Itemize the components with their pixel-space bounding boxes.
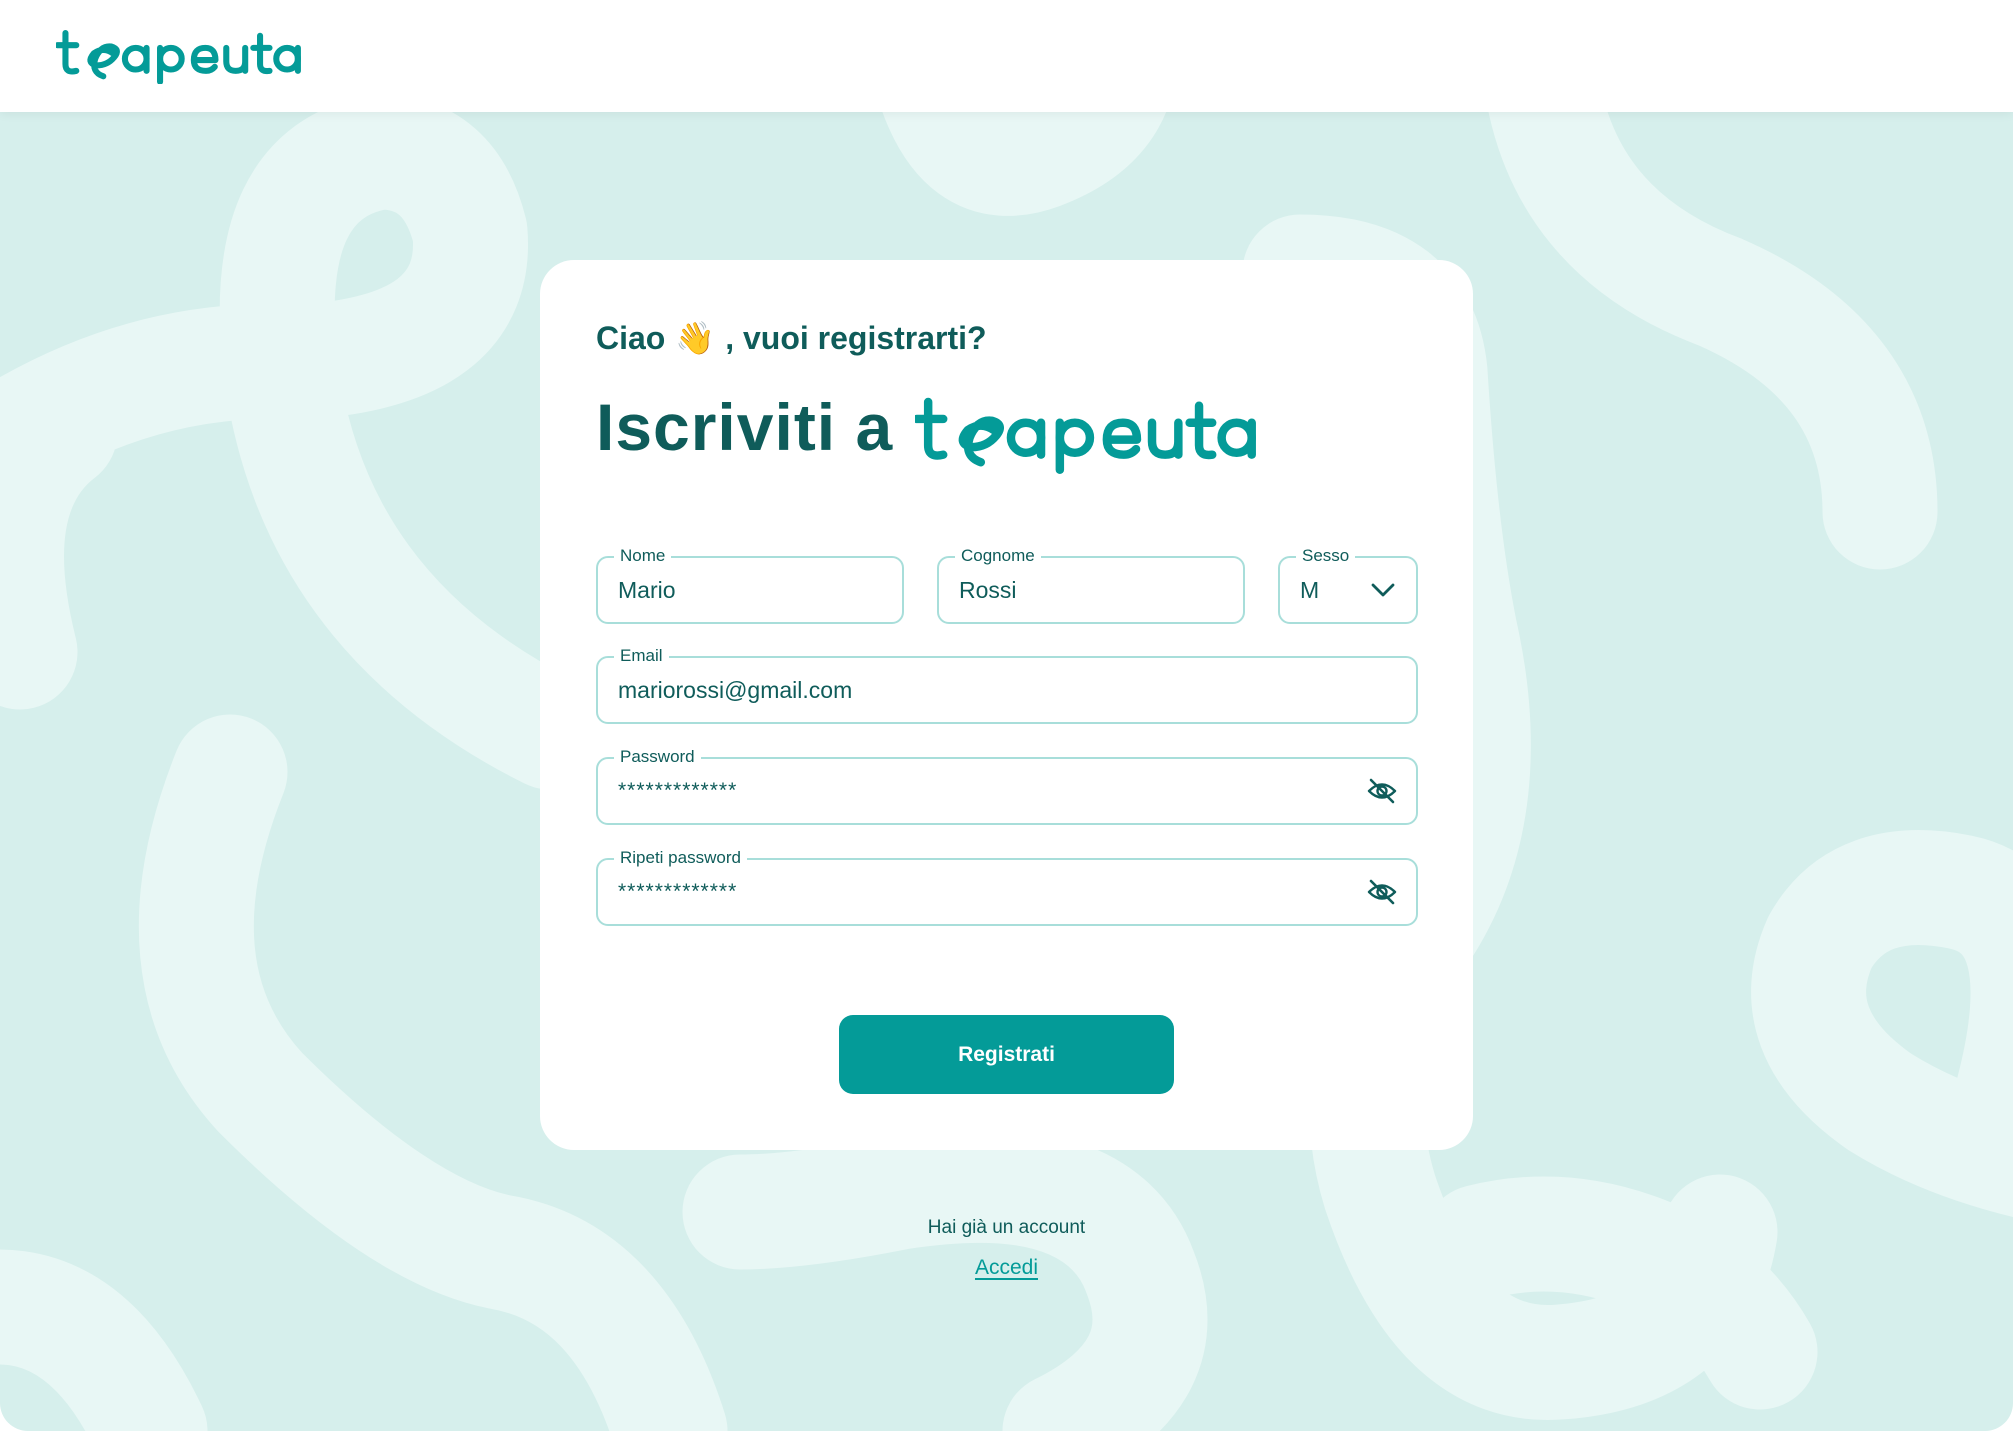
email-field[interactable]: Email mariorossi@gmail.com [596, 645, 1418, 724]
registration-card: Ciao 👋 , vuoi registrarti? Iscriviti a N… [540, 260, 1473, 1150]
nome-field[interactable]: Nome Mario [596, 545, 904, 624]
terapeuta-logo-headline [915, 394, 1263, 474]
password-input[interactable]: ************* [618, 759, 1356, 823]
page-title-text: Iscriviti a [596, 390, 894, 464]
top-bar [0, 0, 2013, 112]
page-title: Iscriviti a [596, 382, 1263, 472]
accedi-link[interactable]: Accedi [975, 1256, 1038, 1279]
eye-off-icon[interactable] [1366, 777, 1398, 805]
terapeuta-logo[interactable] [56, 28, 306, 84]
greeting-text-start: Ciao [596, 319, 666, 356]
sesso-value[interactable]: M [1300, 558, 1356, 622]
chevron-down-icon[interactable] [1370, 580, 1396, 600]
login-link-wrapper: Accedi [0, 1256, 2013, 1280]
password-field[interactable]: Password ************* [596, 746, 1418, 825]
cognome-field[interactable]: Cognome Rossi [937, 545, 1245, 624]
waving-hand-icon: 👋 [675, 320, 716, 356]
greeting-text-end: , vuoi registrarti? [725, 319, 987, 356]
nome-input[interactable]: Mario [618, 558, 842, 622]
cognome-input[interactable]: Rossi [959, 558, 1183, 622]
greeting: Ciao 👋 , vuoi registrarti? [596, 316, 987, 360]
sesso-select[interactable]: Sesso M [1278, 545, 1418, 624]
ripeti-password-input[interactable]: ************* [618, 860, 1356, 924]
eye-off-icon[interactable] [1366, 878, 1398, 906]
ripeti-password-field[interactable]: Ripeti password ************* [596, 847, 1418, 926]
registrati-button[interactable]: Registrati [839, 1015, 1174, 1094]
login-prompt: Hai già un account [927, 1217, 1086, 1238]
email-input[interactable]: mariorossi@gmail.com [618, 658, 1356, 722]
